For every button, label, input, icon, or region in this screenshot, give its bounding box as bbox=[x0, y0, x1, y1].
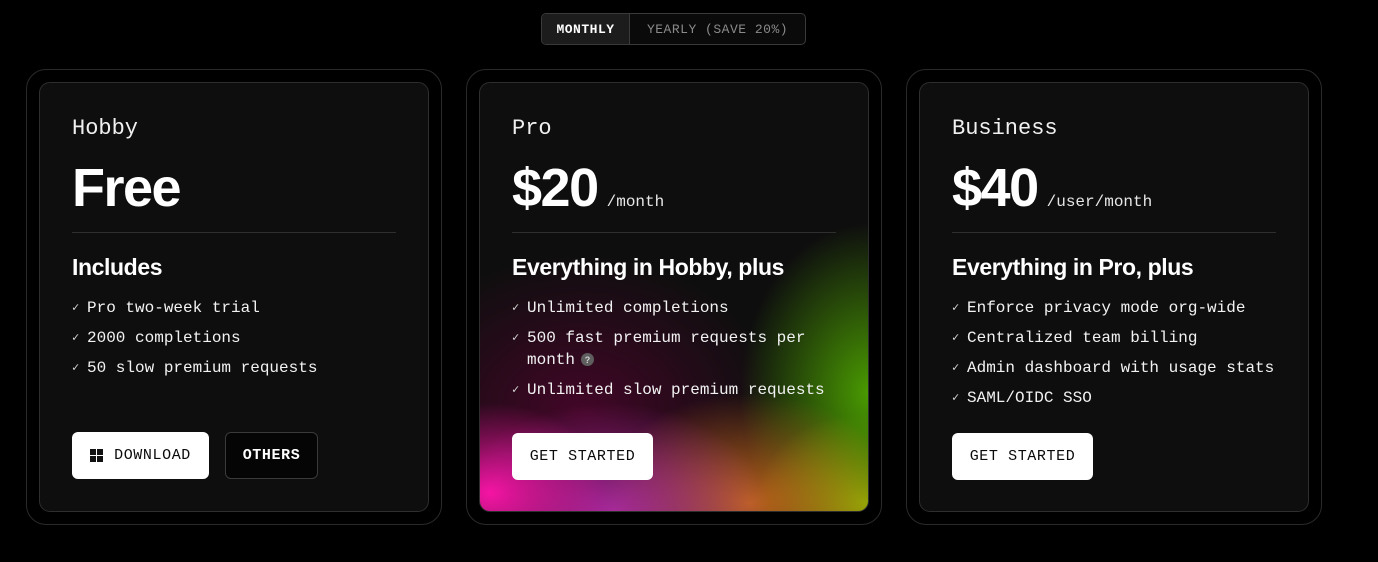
billing-period-toggle: MONTHLY YEARLY (SAVE 20%) bbox=[541, 13, 806, 45]
plan-card-hobby-inner: Hobby Free Includes ✓ Pro two-week trial … bbox=[39, 82, 429, 512]
plan-tier-name: Pro bbox=[512, 116, 552, 141]
plan-card-pro-inner: Pro $20 /month Everything in Hobby, plus… bbox=[479, 82, 869, 512]
plan-price: $20 bbox=[512, 158, 599, 218]
plan-card-business-inner: Business $40 /user/month Everything in P… bbox=[919, 82, 1309, 512]
download-button[interactable]: DOWNLOAD bbox=[72, 432, 209, 479]
divider bbox=[952, 232, 1276, 233]
features-heading: Includes bbox=[72, 254, 163, 280]
feature-item: ✓ 50 slow premium requests bbox=[72, 359, 318, 377]
plan-price: Free bbox=[72, 158, 182, 218]
help-icon[interactable]: ? bbox=[581, 353, 595, 367]
feature-item: ✓ 2000 completions bbox=[72, 329, 241, 347]
others-button[interactable]: OTHERS bbox=[225, 432, 318, 479]
get-started-button-label: GET STARTED bbox=[969, 448, 1076, 465]
price-row: $20 /month bbox=[512, 157, 664, 219]
plan-tier-name: Business bbox=[952, 116, 1058, 141]
plan-card-business: Business $40 /user/month Everything in P… bbox=[906, 69, 1322, 525]
get-started-button-label: GET STARTED bbox=[529, 448, 636, 465]
windows-icon bbox=[90, 449, 104, 462]
features-heading: Everything in Hobby, plus bbox=[512, 254, 784, 280]
price-row: $40 /user/month bbox=[952, 157, 1152, 219]
check-icon: ✓ bbox=[952, 391, 960, 405]
check-icon: ✓ bbox=[952, 361, 960, 375]
check-icon: ✓ bbox=[512, 331, 520, 345]
feature-item: ✓ 500 fast premium requests per month? bbox=[512, 329, 806, 369]
features-heading: Everything in Pro, plus bbox=[952, 254, 1194, 280]
feature-item: ✓ Admin dashboard with usage stats bbox=[952, 359, 1275, 377]
plan-price-period: /month bbox=[606, 193, 665, 211]
price-row: Free bbox=[72, 157, 182, 219]
check-icon: ✓ bbox=[72, 331, 80, 345]
plan-price-period: /user/month bbox=[1046, 193, 1153, 211]
feature-list: ✓ Pro two-week trial ✓ 2000 completions ✓ 5… bbox=[72, 297, 396, 387]
monthly-toggle-option[interactable]: MONTHLY bbox=[542, 14, 630, 44]
feature-item: ✓ Unlimited slow premium requests bbox=[512, 381, 825, 399]
check-icon: ✓ bbox=[72, 301, 80, 315]
feature-list: ✓ Unlimited completions ✓ 500 fast premium… bbox=[512, 297, 836, 409]
get-started-button[interactable]: GET STARTED bbox=[952, 433, 1093, 480]
divider bbox=[512, 232, 836, 233]
check-icon: ✓ bbox=[72, 361, 80, 375]
feature-item: ✓ SAML/OIDC SSO bbox=[952, 389, 1092, 407]
feature-list: ✓ Enforce privacy mode org-wide ✓ Centrali… bbox=[952, 297, 1276, 417]
yearly-toggle-option[interactable]: YEARLY (SAVE 20%) bbox=[630, 14, 805, 44]
check-icon: ✓ bbox=[952, 331, 960, 345]
check-icon: ✓ bbox=[952, 301, 960, 315]
divider bbox=[72, 232, 396, 233]
feature-item: ✓ Pro two-week trial bbox=[72, 299, 260, 317]
feature-item: ✓ Centralized team billing bbox=[952, 329, 1198, 347]
check-icon: ✓ bbox=[512, 383, 520, 397]
get-started-button[interactable]: GET STARTED bbox=[512, 433, 653, 480]
plan-card-hobby: Hobby Free Includes ✓ Pro two-week trial … bbox=[26, 69, 442, 525]
others-button-label: OTHERS bbox=[242, 447, 301, 464]
plan-tier-name: Hobby bbox=[72, 116, 139, 141]
plan-card-pro: Pro $20 /month Everything in Hobby, plus… bbox=[466, 69, 882, 525]
feature-item: ✓ Enforce privacy mode org-wide bbox=[952, 299, 1246, 317]
plan-price: $40 bbox=[952, 158, 1039, 218]
download-button-label: DOWNLOAD bbox=[114, 447, 191, 464]
feature-item: ✓ Unlimited completions bbox=[512, 299, 729, 317]
check-icon: ✓ bbox=[512, 301, 520, 315]
